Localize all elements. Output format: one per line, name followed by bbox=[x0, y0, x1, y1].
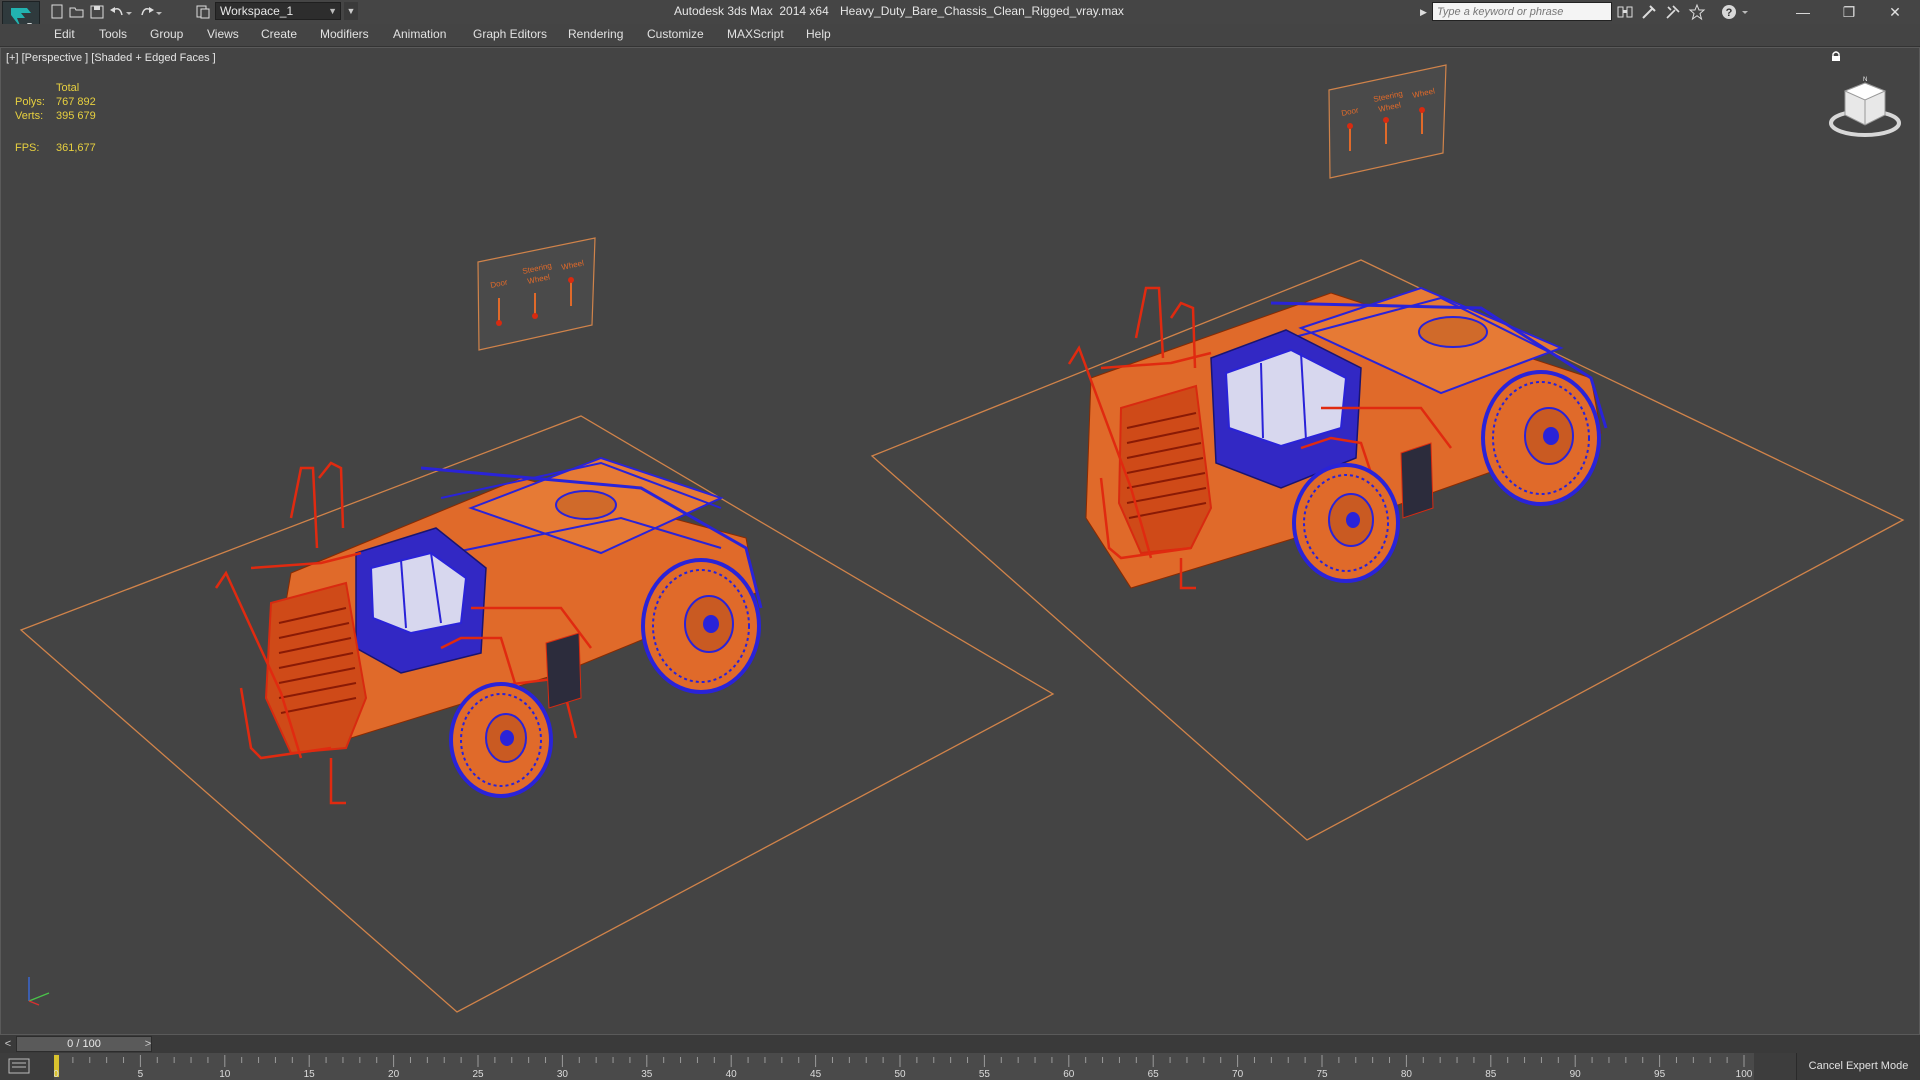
scene-canvas[interactable]: Door Steering Wheel Wheel Door Steering … bbox=[1, 48, 1919, 1034]
help-icon[interactable]: ? bbox=[1720, 3, 1738, 21]
rig-slider-steering-right bbox=[1383, 117, 1389, 123]
truck-model-right bbox=[1067, 286, 1608, 590]
stats-header: Total bbox=[56, 82, 80, 94]
stats-fps-label: FPS: bbox=[15, 142, 40, 154]
frame-tick-label: 15 bbox=[304, 1069, 316, 1080]
frame-tick-label: 70 bbox=[1232, 1069, 1244, 1080]
viewport-label-menu[interactable]: [+] [Perspective ] [Shaded + Edged Faces… bbox=[6, 52, 216, 64]
menu-bar: Edit Tools Group Views Create Modifiers … bbox=[0, 24, 1920, 47]
lock-icon[interactable] bbox=[1830, 50, 1842, 62]
rear-wheel-right bbox=[1481, 370, 1601, 506]
cancel-expert-mode-label: Cancel Expert Mode bbox=[1808, 1060, 1909, 1072]
save-file-icon[interactable] bbox=[88, 3, 106, 21]
menu-tools[interactable]: Tools bbox=[99, 27, 127, 41]
workspace-select-value: Workspace_1 bbox=[220, 4, 294, 18]
frame-tick-label: 50 bbox=[894, 1069, 906, 1080]
help-dropdown-icon[interactable] bbox=[1740, 3, 1750, 21]
close-window-button[interactable]: ✕ bbox=[1872, 0, 1918, 24]
menu-group[interactable]: Group bbox=[150, 27, 183, 41]
menu-graph-editors[interactable]: Graph Editors bbox=[473, 27, 547, 41]
rig-control-panel-right: Door Steering Wheel Wheel bbox=[1328, 64, 1447, 179]
undo-dropdown-icon[interactable] bbox=[124, 3, 134, 21]
axis-tripod-icon bbox=[28, 977, 50, 1006]
rig-slider-steering bbox=[532, 313, 538, 319]
stats-fps-value: 361,677 bbox=[56, 142, 96, 154]
title-bar: Workspace_1 ▼ ▼ Autodesk 3ds Max 2014 x6… bbox=[0, 0, 1920, 35]
new-file-icon[interactable] bbox=[48, 3, 66, 21]
rig-slider-door bbox=[496, 320, 502, 326]
frame-tick-label: 40 bbox=[726, 1069, 738, 1080]
search-input[interactable] bbox=[1432, 2, 1612, 21]
file-title: Heavy_Duty_Bare_Chassis_Clean_Rigged_vra… bbox=[840, 4, 1124, 18]
cancel-expert-mode-button[interactable]: Cancel Expert Mode bbox=[1796, 1053, 1920, 1080]
frame-tick-label: 95 bbox=[1654, 1069, 1666, 1080]
search-expand-icon[interactable]: ▶ bbox=[1420, 3, 1430, 21]
rig-slider-wheel bbox=[568, 277, 574, 283]
frame-display: 0 / 100 bbox=[67, 1038, 101, 1050]
frame-tick-label: 45 bbox=[810, 1069, 822, 1080]
frame-tick-label: 35 bbox=[641, 1069, 653, 1080]
workspace-select[interactable]: Workspace_1 ▼ bbox=[215, 2, 341, 20]
menu-edit[interactable]: Edit bbox=[54, 27, 75, 41]
frame-tick-label: 25 bbox=[472, 1069, 484, 1080]
minimize-button[interactable]: — bbox=[1780, 0, 1826, 24]
frame-tick-label: 30 bbox=[557, 1069, 569, 1080]
frame-tick-label: 90 bbox=[1570, 1069, 1582, 1080]
chevron-down-icon: ▼ bbox=[328, 6, 337, 16]
frame-tick-label: 60 bbox=[1063, 1069, 1075, 1080]
mini-curve-editor-icon[interactable] bbox=[8, 1058, 30, 1074]
perspective-viewport[interactable]: Door Steering Wheel Wheel Door Steering … bbox=[0, 47, 1920, 1035]
frame-tick-label: 10 bbox=[219, 1069, 231, 1080]
track-bar[interactable]: 0 5 10 15 20 25 30 35 40 45 50 55 60 65 70 75 80 85 90 95 10… bbox=[0, 1053, 1920, 1080]
communication-center-icon[interactable] bbox=[1664, 3, 1682, 21]
front-wheel-left bbox=[449, 682, 553, 798]
svg-text:?: ? bbox=[1726, 7, 1733, 19]
stats-polys-label: Polys: bbox=[15, 96, 45, 108]
menu-modifiers[interactable]: Modifiers bbox=[320, 27, 369, 41]
app-title: Autodesk 3ds Max 2014 x64 bbox=[674, 4, 829, 18]
menu-views[interactable]: Views bbox=[207, 27, 239, 41]
rig-slider-door-right bbox=[1347, 123, 1353, 129]
rig-slider-wheel-right bbox=[1419, 107, 1425, 113]
stats-verts-value: 395 679 bbox=[56, 110, 96, 122]
open-file-icon[interactable] bbox=[68, 3, 86, 21]
rig-control-panel-left: Door Steering Wheel Wheel bbox=[477, 237, 596, 351]
menu-create[interactable]: Create bbox=[261, 27, 297, 41]
stats-verts-label: Verts: bbox=[15, 110, 44, 122]
menu-rendering[interactable]: Rendering bbox=[568, 27, 623, 41]
stats-polys-value: 767 892 bbox=[56, 96, 96, 108]
favorites-star-icon[interactable] bbox=[1688, 3, 1706, 21]
time-slider-prev-button[interactable]: < bbox=[2, 1035, 14, 1053]
frame-tick-label: 65 bbox=[1148, 1069, 1160, 1080]
frame-tick-label: 85 bbox=[1485, 1069, 1497, 1080]
frame-tick-label: 55 bbox=[979, 1069, 991, 1080]
frame-tick-label: 100 bbox=[1736, 1069, 1753, 1080]
frame-tick-label: 5 bbox=[138, 1069, 144, 1080]
frame-tick-label: 75 bbox=[1316, 1069, 1328, 1080]
time-slider-next-button[interactable]: > bbox=[141, 1035, 155, 1053]
menu-help[interactable]: Help bbox=[806, 27, 831, 41]
viewcube-icon[interactable]: N bbox=[1827, 75, 1903, 141]
rear-wheel-left bbox=[641, 558, 761, 694]
menu-maxscript[interactable]: MAXScript bbox=[727, 27, 784, 41]
binoculars-icon[interactable] bbox=[1616, 3, 1634, 21]
subscription-center-icon[interactable] bbox=[1640, 3, 1658, 21]
frame-tick-label: 80 bbox=[1401, 1069, 1413, 1080]
menu-customize[interactable]: Customize bbox=[647, 27, 704, 41]
frame-ruler[interactable]: 0 5 10 15 20 25 30 35 40 45 50 55 60 65 70 75 80 85 90 95 10… bbox=[54, 1053, 1754, 1080]
project-folder-icon[interactable] bbox=[194, 3, 212, 21]
quick-access-dropdown-button[interactable]: ▼ bbox=[344, 2, 358, 20]
front-wheel-right bbox=[1292, 463, 1400, 583]
frame-tick-label: 0 bbox=[54, 1069, 59, 1080]
redo-dropdown-icon[interactable] bbox=[154, 3, 164, 21]
svg-text:N: N bbox=[1863, 77, 1867, 83]
menu-animation[interactable]: Animation bbox=[393, 27, 446, 41]
truck-model-left bbox=[214, 456, 763, 805]
time-slider[interactable]: 0 / 100 bbox=[16, 1036, 152, 1052]
time-slider-bar: < 0 / 100 > bbox=[0, 1035, 1920, 1053]
frame-tick-label: 20 bbox=[388, 1069, 400, 1080]
restore-button[interactable]: ❐ bbox=[1826, 0, 1872, 24]
